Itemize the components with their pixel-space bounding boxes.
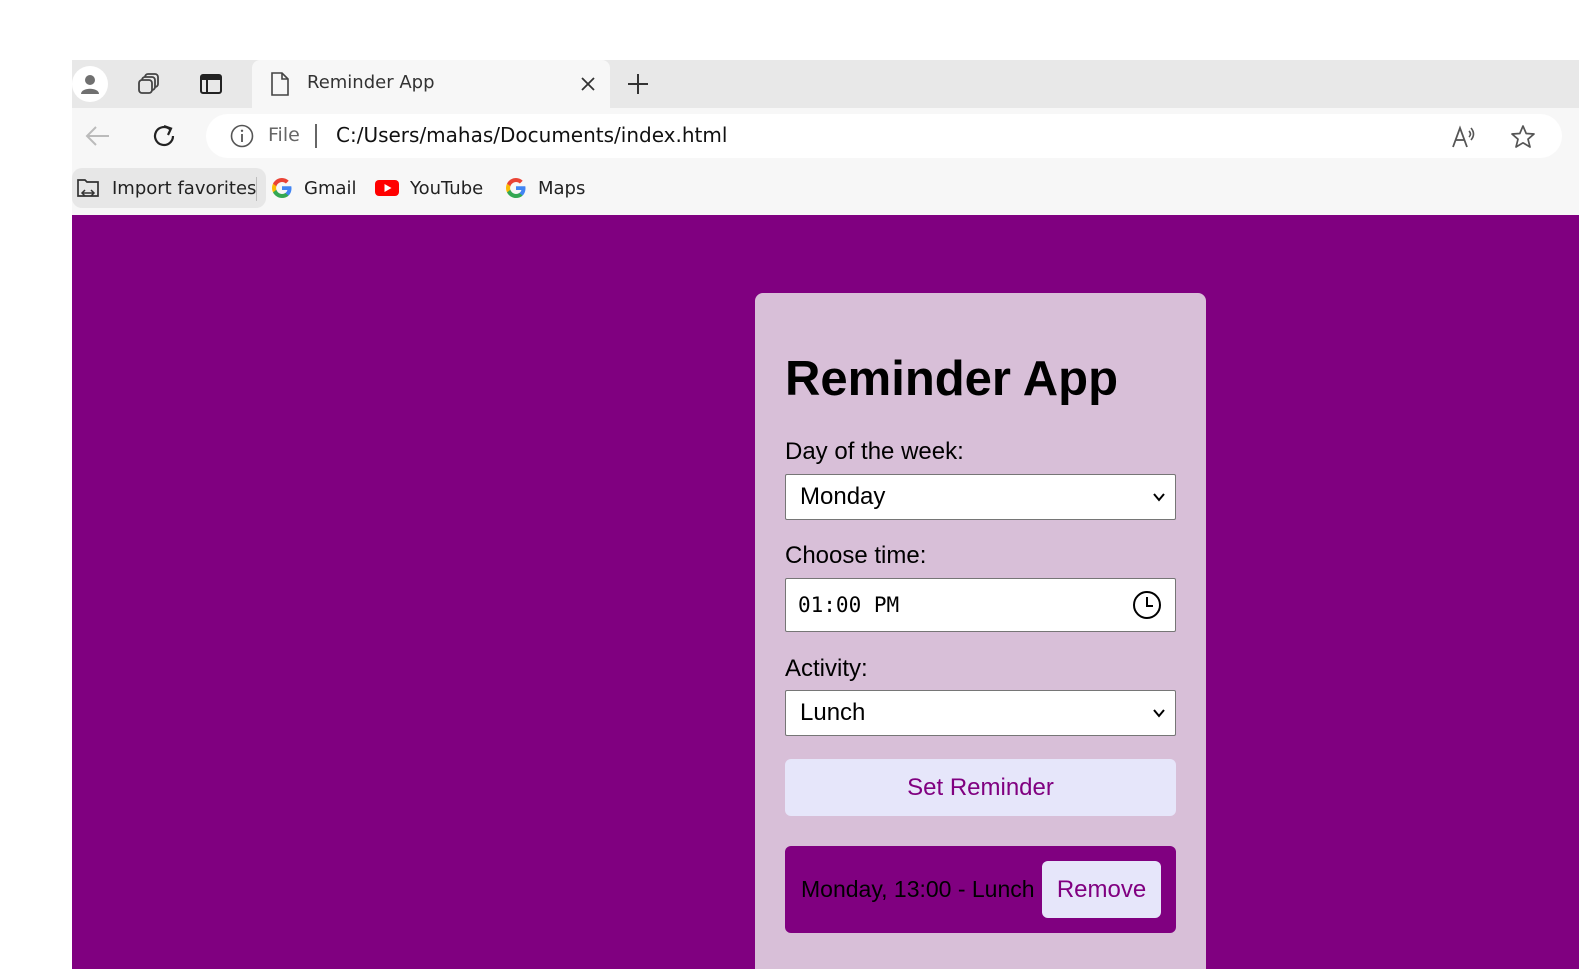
tab-actions-icon <box>200 74 222 94</box>
site-scheme-label: File <box>268 124 300 146</box>
page-title: Reminder App <box>785 352 1119 406</box>
read-aloud-icon <box>1452 125 1475 148</box>
import-favorites-button[interactable]: Import favorites <box>72 168 267 208</box>
new-tab-button[interactable] <box>620 66 656 102</box>
url-text[interactable]: C:/Users/mahas/Documents/index.html <box>336 123 727 147</box>
set-reminder-button[interactable]: Set Reminder <box>785 759 1176 816</box>
remove-reminder-button[interactable]: Remove <box>1042 861 1161 918</box>
read-aloud-button[interactable] <box>1450 123 1478 151</box>
import-folder-icon <box>77 179 99 197</box>
document-icon <box>271 72 289 96</box>
address-toolbar: File C:/Users/mahas/Documents/index.html <box>72 108 1579 163</box>
workspaces-icon <box>138 73 159 94</box>
google-g-icon <box>272 178 292 198</box>
favorite-label: Import favorites <box>112 177 257 199</box>
clock-icon[interactable] <box>1131 589 1163 621</box>
chevron-down-icon <box>1153 709 1165 718</box>
favorite-label: YouTube <box>410 177 484 199</box>
tab-strip: Reminder App <box>72 60 1579 108</box>
favorites-bar: Import favorites Gmail YouTube Maps <box>72 163 1579 215</box>
google-g-icon <box>506 178 526 198</box>
refresh-icon <box>153 124 175 147</box>
youtube-icon <box>375 180 399 196</box>
refresh-button[interactable] <box>146 118 182 154</box>
day-select-value: Monday <box>800 483 886 510</box>
favorite-maps[interactable]: Maps <box>504 168 585 208</box>
favorites-divider <box>256 177 257 201</box>
vertical-tabs-button[interactable] <box>193 66 229 102</box>
star-icon <box>1511 125 1535 148</box>
activity-select-value: Lunch <box>800 699 866 726</box>
time-input-value: 01:00 PM <box>798 593 900 617</box>
plus-icon <box>628 74 648 94</box>
day-label: Day of the week: <box>785 438 964 465</box>
favorite-button[interactable] <box>1509 123 1537 151</box>
reminder-list-item: Monday, 13:00 - Lunch Remove <box>785 846 1176 933</box>
activity-select[interactable]: Lunch <box>785 690 1176 736</box>
time-label: Choose time: <box>785 542 927 569</box>
address-divider <box>315 124 317 148</box>
favorite-gmail[interactable]: Gmail <box>270 168 357 208</box>
workspaces-button[interactable] <box>131 66 167 102</box>
favorite-label: Maps <box>538 177 586 199</box>
favorite-label: Gmail <box>304 177 357 199</box>
address-bar[interactable]: File C:/Users/mahas/Documents/index.html <box>206 114 1562 158</box>
profile-avatar[interactable] <box>72 66 108 102</box>
page-content: Reminder App Day of the week: Monday Cho… <box>72 215 1579 969</box>
activity-label: Activity: <box>785 655 868 682</box>
tab-reminder-app[interactable]: Reminder App <box>252 60 610 108</box>
favorite-youtube[interactable]: YouTube <box>374 168 483 208</box>
time-input[interactable]: 01:00 PM <box>785 578 1176 632</box>
back-button[interactable] <box>80 118 116 154</box>
reminder-text: Monday, 13:00 - Lunch <box>801 876 1035 902</box>
person-icon <box>81 75 99 94</box>
back-arrow-icon <box>85 126 109 146</box>
day-select[interactable]: Monday <box>785 474 1176 520</box>
close-icon <box>581 77 595 91</box>
close-tab-button[interactable] <box>576 72 600 96</box>
tab-title: Reminder App <box>307 72 435 93</box>
chevron-down-icon <box>1153 493 1165 502</box>
reminder-card: Reminder App Day of the week: Monday Cho… <box>755 293 1206 969</box>
browser-window: Reminder App File C:/Users/mahas/Documen… <box>72 60 1579 969</box>
info-icon[interactable] <box>230 124 254 148</box>
